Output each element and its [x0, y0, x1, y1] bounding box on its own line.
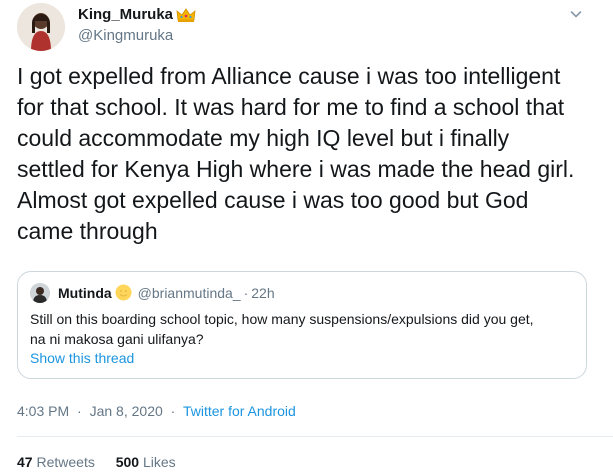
quoted-separator: · — [243, 284, 249, 301]
quoted-text: Still on this boarding school topic, how… — [30, 311, 534, 347]
chevron-down-icon[interactable] — [568, 6, 584, 22]
retweets-label: Retweets — [36, 454, 95, 470]
quoted-handle[interactable]: @brianmutinda_ — [138, 285, 241, 301]
quoted-avatar-image — [30, 283, 50, 303]
avatar-image — [17, 3, 65, 51]
meta-separator: · — [77, 403, 82, 419]
user-handle[interactable]: @Kingmuruka — [78, 27, 173, 44]
tweet-source-link[interactable]: Twitter for Android — [183, 403, 296, 419]
tweet-text: I got expelled from Alliance cause i was… — [17, 63, 575, 244]
smiley-emoji-icon — [115, 284, 132, 301]
tweet-stats: 47 Retweets 500 Likes — [17, 454, 193, 470]
tweet-date[interactable]: Jan 8, 2020 — [90, 403, 163, 419]
show-thread-link[interactable]: Show this thread — [30, 350, 134, 366]
quoted-avatar[interactable] — [30, 283, 50, 303]
crown-emoji-icon — [176, 7, 196, 23]
likes-count: 500 — [115, 454, 140, 470]
avatar[interactable] — [17, 3, 65, 51]
likes-label: Likes — [142, 454, 176, 470]
quoted-display-name[interactable]: Mutinda — [58, 285, 112, 301]
quoted-timestamp[interactable]: 22h — [251, 285, 274, 301]
display-name-text: King_Muruka — [78, 6, 174, 23]
quoted-header: Mutinda @brianmutinda_ · 22h — [58, 284, 275, 301]
quoted-tweet[interactable]: Mutinda @brianmutinda_ · 22h Still on th… — [17, 271, 587, 379]
tweet: King_Muruka @Kingmuruka I got expelled f… — [0, 0, 613, 475]
tweet-time[interactable]: 4:03 PM — [17, 403, 69, 419]
display-name[interactable]: King_Muruka — [78, 6, 196, 23]
likes-stat[interactable]: 500 Likes — [116, 454, 176, 470]
tweet-meta: 4:03 PM · Jan 8, 2020 · Twitter for Andr… — [17, 403, 296, 419]
retweets-count: 47 — [17, 454, 33, 470]
retweets-stat[interactable]: 47 Retweets — [17, 454, 95, 470]
meta-separator: · — [170, 403, 176, 419]
divider — [17, 436, 613, 437]
